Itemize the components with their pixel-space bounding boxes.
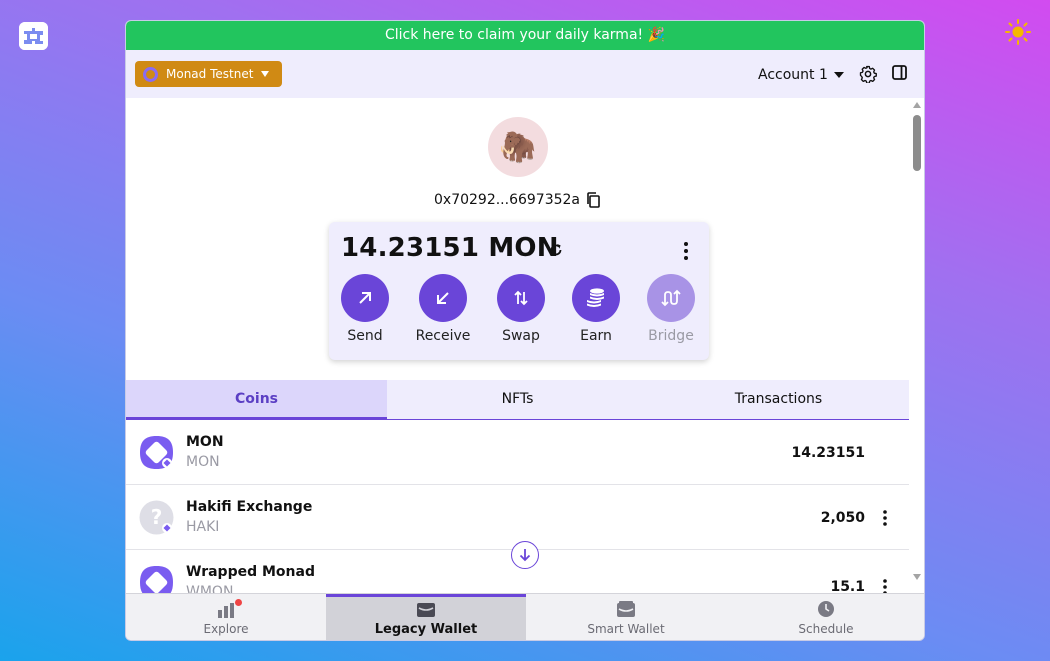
address-row: 0x70292...6697352a — [434, 190, 600, 210]
refresh-icon[interactable] — [549, 243, 563, 257]
wallet-content: 🦣 0x70292...6697352a 14.23151 MON Send R… — [126, 98, 924, 593]
nav-label: Legacy Wallet — [374, 622, 478, 637]
chevron-down-icon — [261, 71, 270, 77]
wallet-topbar: Monad Testnet Account 1 — [126, 50, 924, 98]
account-label: Account 1 — [758, 67, 828, 83]
monad-icon — [140, 566, 173, 593]
bridge-icon — [647, 274, 695, 322]
network-label: Monad Testnet — [166, 67, 254, 81]
account-avatar: 🦣 — [488, 117, 548, 177]
network-select[interactable]: Monad Testnet — [135, 61, 282, 87]
network-icon — [143, 66, 158, 82]
svg-text:?: ? — [151, 505, 163, 529]
notification-dot — [235, 599, 242, 606]
balance-card: 14.23151 MON Send Receive Swap Earn Brid… — [329, 222, 709, 360]
nav-schedule[interactable]: Schedule — [726, 594, 924, 640]
coin-symbol: MON — [186, 454, 220, 470]
more-options-icon[interactable] — [681, 241, 691, 261]
nav-label: Schedule — [798, 622, 854, 636]
tab-coins[interactable]: Coins — [126, 380, 387, 419]
coin-balance: 2,050 — [820, 510, 865, 526]
swap-arrows-icon — [497, 274, 545, 322]
arrow-up-right-icon — [341, 274, 389, 322]
coin-balance: 14.23151 — [791, 445, 865, 461]
more-options-icon[interactable] — [881, 509, 889, 527]
coin-name: Hakifi Exchange — [186, 499, 313, 515]
scroll-down-button[interactable] — [511, 541, 539, 569]
coin-symbol: HAKI — [186, 519, 220, 535]
coin-symbol: WMON — [186, 584, 234, 593]
tab-transactions[interactable]: Transactions — [648, 380, 909, 419]
avatar-emoji: 🦣 — [499, 129, 537, 165]
wallet-icon — [417, 603, 435, 617]
nav-legacy-wallet[interactable]: Legacy Wallet — [326, 594, 526, 640]
coin-row-mon[interactable]: MON MON 14.23151 — [126, 420, 909, 485]
arrow-down-left-icon — [419, 274, 467, 322]
tab-nfts[interactable]: NFTs — [387, 380, 648, 419]
scrollbar[interactable] — [909, 98, 924, 593]
coin-name: MON — [186, 434, 224, 450]
earn-label: Earn — [580, 328, 612, 344]
scrollbar-thumb[interactable] — [913, 115, 921, 171]
monad-icon — [140, 436, 173, 469]
coin-balance: 15.1 — [830, 579, 865, 593]
coins-stack-icon — [572, 274, 620, 322]
clock-icon — [818, 601, 834, 617]
gear-icon[interactable] — [859, 65, 877, 83]
receive-button[interactable]: Receive — [408, 274, 478, 344]
wallet-address: 0x70292...6697352a — [434, 192, 581, 208]
scroll-down-arrow[interactable] — [913, 574, 921, 580]
scroll-up-arrow[interactable] — [913, 102, 921, 108]
send-button[interactable]: Send — [330, 274, 400, 344]
arrow-down-icon — [519, 549, 531, 562]
nav-label: Smart Wallet — [587, 622, 665, 636]
coin-row-haki[interactable]: ? Hakifi Exchange HAKI 2,050 — [126, 485, 909, 550]
account-select[interactable]: Account 1 — [758, 64, 844, 86]
bottom-nav: Explore Legacy Wallet Smart Wallet Sched… — [126, 593, 924, 640]
nav-label: Explore — [203, 622, 249, 636]
unknown-token-icon: ? — [139, 500, 174, 535]
coin-name: Wrapped Monad — [186, 564, 315, 580]
bridge-label: Bridge — [648, 328, 694, 344]
sun-icon[interactable] — [1004, 18, 1032, 46]
smart-wallet-icon — [617, 601, 635, 617]
bridge-button[interactable]: Bridge — [636, 274, 706, 344]
nav-explore[interactable]: Explore — [126, 594, 326, 640]
swap-button[interactable]: Swap — [486, 274, 556, 344]
sidebar-toggle-icon[interactable] — [892, 65, 907, 80]
copy-icon[interactable] — [586, 192, 600, 208]
wallet-window: Click here to claim your daily karma! 🎉 … — [125, 20, 925, 641]
chart-bars-icon — [218, 603, 234, 618]
nav-smart-wallet[interactable]: Smart Wallet — [526, 594, 726, 640]
balance-amount: 14.23151 MON — [341, 233, 559, 263]
karma-banner[interactable]: Click here to claim your daily karma! 🎉 — [126, 21, 924, 50]
more-options-icon[interactable] — [881, 578, 889, 593]
chevron-down-icon — [833, 72, 844, 78]
receive-label: Receive — [415, 328, 471, 344]
earn-button[interactable]: Earn — [561, 274, 631, 344]
app-logo-icon[interactable] — [19, 22, 48, 50]
send-label: Send — [347, 328, 383, 344]
asset-tabs: Coins NFTs Transactions — [126, 380, 909, 420]
swap-label: Swap — [502, 328, 540, 344]
